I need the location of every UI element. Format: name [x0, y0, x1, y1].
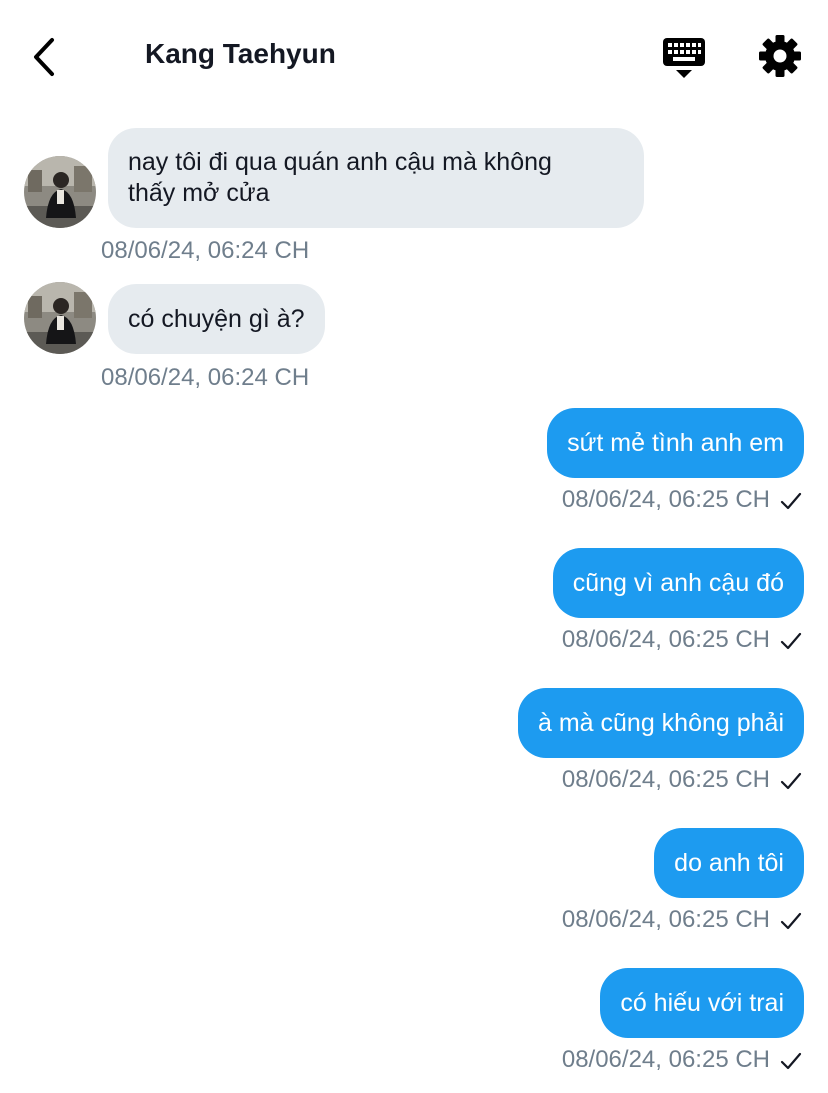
message-status-row: 08/06/24, 06:25 CH	[562, 626, 802, 654]
message-timestamp: 08/06/24, 06:25 CH	[561, 626, 770, 653]
check-icon	[780, 912, 802, 929]
message-timestamp: 08/06/24, 06:25 CH	[561, 1046, 770, 1073]
chat-header: Kang Taehyun	[0, 0, 828, 110]
message-bubble-incoming[interactable]: có chuyện gì à?	[108, 284, 325, 354]
message-status-row: 08/06/24, 06:25 CH	[562, 766, 802, 794]
message-timestamp: 08/06/24, 06:24 CH	[101, 364, 310, 391]
message-text: à mà cũng không phải	[537, 709, 784, 737]
message-text-line: nay tôi đi qua quán anh cậu mà không	[128, 148, 552, 176]
gear-icon	[759, 35, 801, 77]
keyboard-button[interactable]	[661, 36, 707, 80]
contact-name[interactable]: Kang Taehyun	[145, 38, 336, 70]
message-bubble-outgoing[interactable]: à mà cũng không phải	[517, 688, 804, 758]
check-icon	[780, 492, 802, 509]
message-status-row: 08/06/24, 06:25 CH	[562, 906, 802, 934]
message-timestamp: 08/06/24, 06:25 CH	[561, 906, 770, 933]
message-bubble-outgoing[interactable]: cũng vì anh cậu đó	[552, 548, 804, 618]
message-timestamp: 08/06/24, 06:25 CH	[561, 766, 770, 793]
message-status-row: 08/06/24, 06:25 CH	[562, 1046, 802, 1074]
keyboard-icon	[663, 38, 705, 78]
contact-avatar[interactable]	[24, 282, 96, 354]
message-bubble-incoming[interactable]: nay tôi đi qua quán anh cậu mà không thấ…	[108, 128, 644, 228]
message-text-line: thấy mở cửa	[128, 179, 270, 207]
message-status-row: 08/06/24, 06:25 CH	[562, 486, 802, 514]
message-bubble-outgoing[interactable]: có hiếu với trai	[600, 968, 804, 1038]
message-text: có chuyện gì à?	[128, 305, 305, 333]
message-bubble-outgoing[interactable]: sứt mẻ tình anh em	[547, 408, 804, 478]
chevron-left-icon	[34, 38, 54, 76]
contact-avatar[interactable]	[24, 156, 96, 228]
settings-button[interactable]	[757, 33, 803, 79]
check-icon	[780, 632, 802, 649]
message-timestamp: 08/06/24, 06:24 CH	[101, 237, 310, 264]
check-icon	[780, 1052, 802, 1069]
message-text: cũng vì anh cậu đó	[572, 569, 784, 597]
message-text: có hiếu với trai	[620, 989, 784, 1017]
message-timestamp: 08/06/24, 06:25 CH	[561, 486, 770, 513]
back-button[interactable]	[28, 34, 62, 80]
message-text: do anh tôi	[674, 849, 784, 877]
check-icon	[780, 772, 802, 789]
message-bubble-outgoing[interactable]: do anh tôi	[654, 828, 804, 898]
message-text: sứt mẻ tình anh em	[567, 429, 784, 457]
